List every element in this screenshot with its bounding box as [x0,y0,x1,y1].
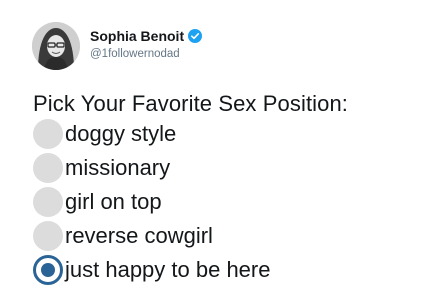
poll-option[interactable]: just happy to be here [33,253,413,287]
poll-options: doggy style missionary girl on top rever… [33,117,413,287]
name-row: Sophia Benoit [90,27,203,45]
author-block: Sophia Benoit @1followernodad [90,27,203,60]
poll-option[interactable]: doggy style [33,117,413,151]
option-label: missionary [65,155,171,180]
radio-button[interactable] [33,119,63,149]
poll-option[interactable]: girl on top [33,185,413,219]
poll-option[interactable]: missionary [33,151,413,185]
option-label: just happy to be here [65,257,271,282]
option-label: doggy style [65,121,177,146]
display-name[interactable]: Sophia Benoit [90,28,184,44]
avatar-photo [32,22,80,70]
radio-button[interactable] [33,153,63,183]
radio-button[interactable] [33,187,63,217]
option-label: girl on top [65,189,162,214]
radio-button[interactable] [33,221,63,251]
tweet-card: Sophia Benoit @1followernodad Pick Your … [0,0,432,297]
verified-badge-icon [188,29,203,43]
option-label: reverse cowgirl [65,223,213,248]
radio-button-selected[interactable] [33,255,63,285]
avatar[interactable] [32,22,80,70]
poll-option[interactable]: reverse cowgirl [33,219,413,253]
user-handle[interactable]: @1followernodad [90,48,202,60]
poll-question: Pick Your Favorite Sex Position: [33,91,349,116]
